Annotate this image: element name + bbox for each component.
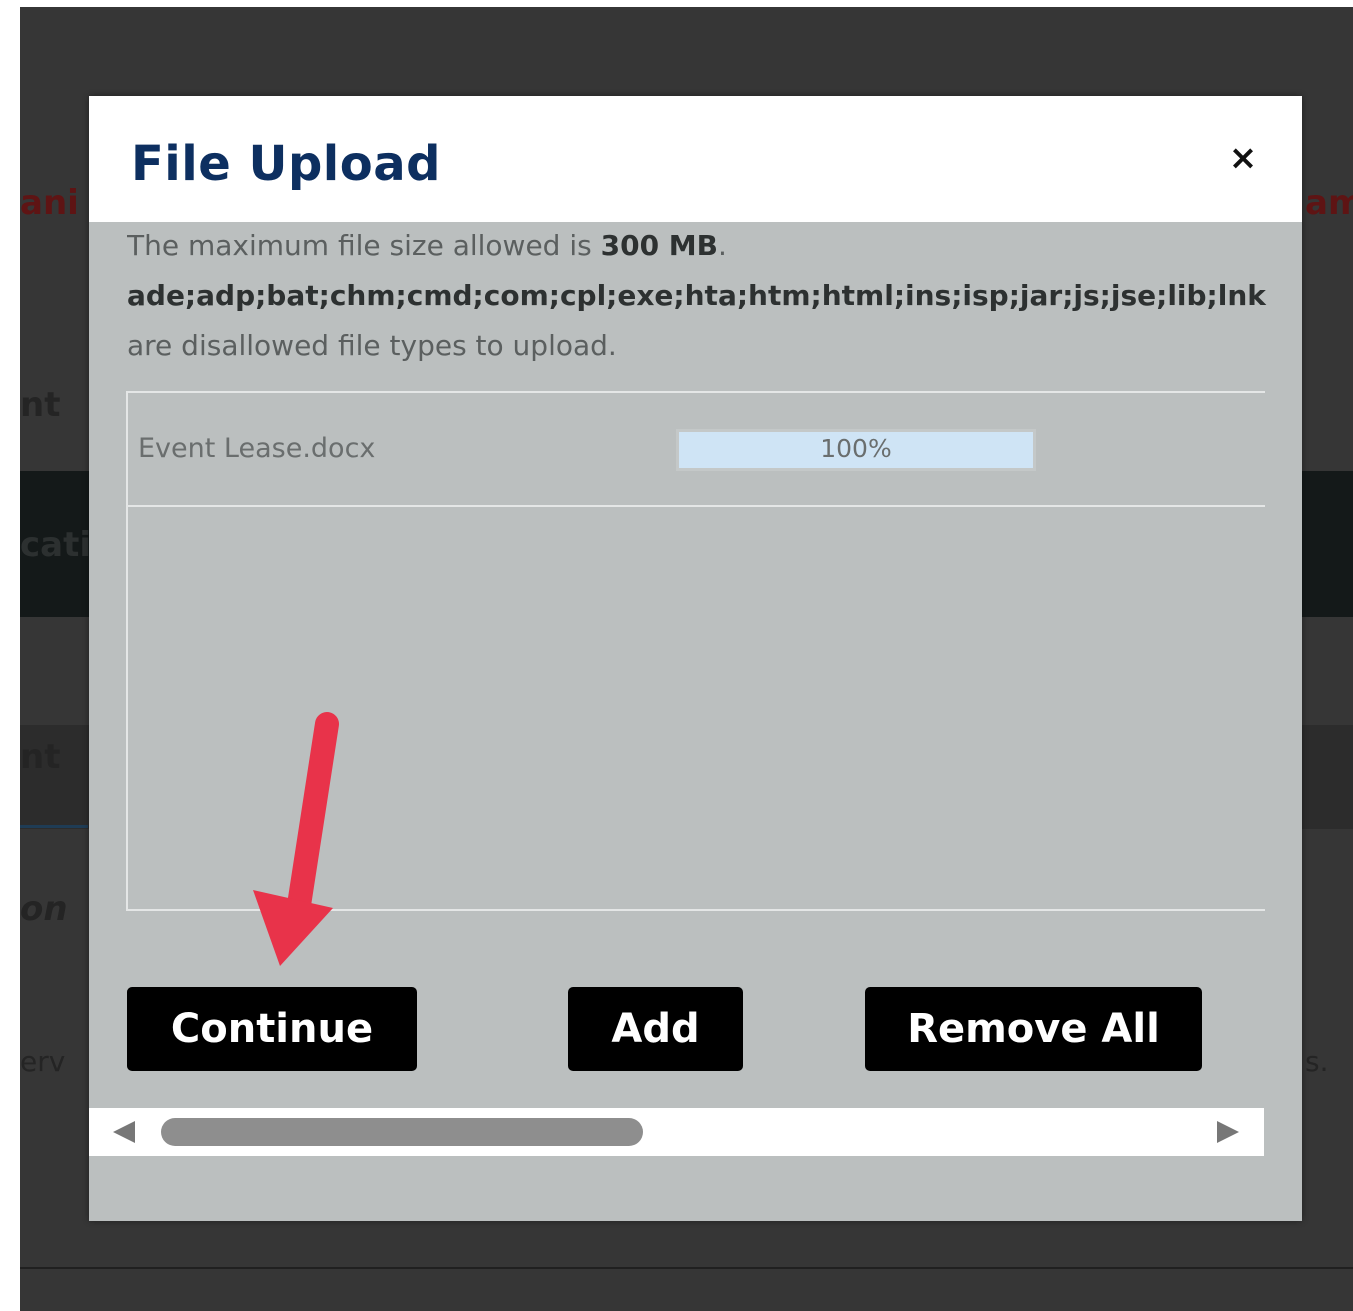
annotation-arrow-head [253, 890, 333, 966]
annotation-arrow-shaft [285, 712, 339, 930]
red-arrow-icon [253, 712, 339, 966]
